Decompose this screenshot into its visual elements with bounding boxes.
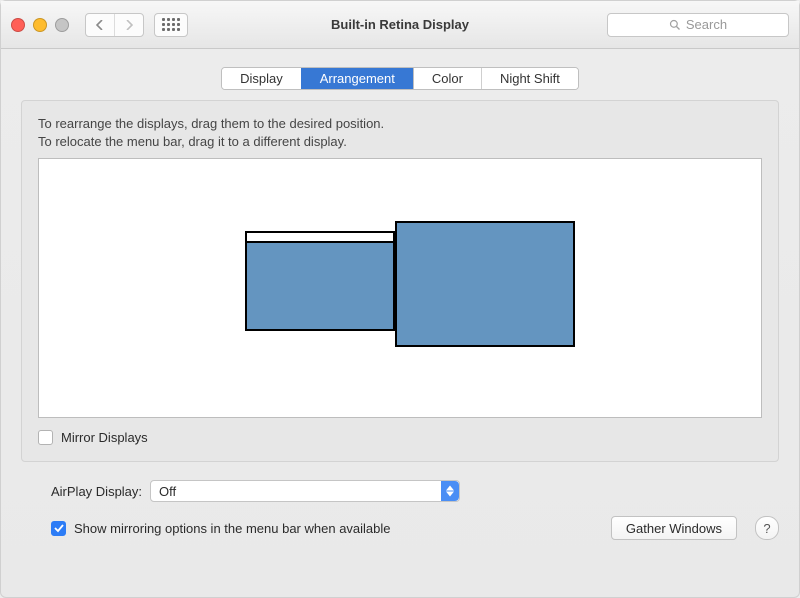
- display-primary[interactable]: [245, 231, 395, 331]
- minimize-window-icon[interactable]: [33, 18, 47, 32]
- checkmark-icon: [54, 523, 64, 533]
- instructions-line: To rearrange the displays, drag them to …: [38, 115, 762, 133]
- show-mirroring-label: Show mirroring options in the menu bar w…: [74, 521, 391, 536]
- arrangement-panel: To rearrange the displays, drag them to …: [21, 100, 779, 462]
- dropdown-stepper-icon: [441, 481, 459, 501]
- display-secondary[interactable]: [395, 221, 575, 347]
- menubar-handle[interactable]: [247, 233, 393, 243]
- back-button[interactable]: [86, 14, 114, 36]
- mirror-displays-checkbox[interactable]: [38, 430, 53, 445]
- search-input[interactable]: Search: [607, 13, 789, 37]
- airplay-select[interactable]: Off: [150, 480, 460, 502]
- search-icon: [669, 19, 681, 31]
- airplay-value: Off: [159, 484, 176, 499]
- nav-buttons: [85, 13, 144, 37]
- titlebar: Built-in Retina Display Search: [1, 1, 799, 49]
- mirror-displays-label: Mirror Displays: [61, 430, 148, 445]
- tab-night-shift[interactable]: Night Shift: [481, 68, 578, 89]
- traffic-lights: [11, 18, 69, 32]
- help-button[interactable]: ?: [755, 516, 779, 540]
- preferences-window: Built-in Retina Display Search Display A…: [0, 0, 800, 598]
- search-placeholder: Search: [686, 17, 727, 32]
- gather-windows-button[interactable]: Gather Windows: [611, 516, 737, 540]
- display-arrangement-area[interactable]: [38, 158, 762, 418]
- instructions-line: To relocate the menu bar, drag it to a d…: [38, 133, 762, 151]
- airplay-label: AirPlay Display:: [51, 484, 142, 499]
- close-window-icon[interactable]: [11, 18, 25, 32]
- tab-display[interactable]: Display: [222, 68, 301, 89]
- show-all-button[interactable]: [154, 13, 188, 37]
- forward-button[interactable]: [114, 14, 143, 36]
- zoom-window-icon: [55, 18, 69, 32]
- tab-color[interactable]: Color: [413, 68, 481, 89]
- tab-bar: Display Arrangement Color Night Shift: [221, 67, 579, 90]
- show-mirroring-checkbox[interactable]: [51, 521, 66, 536]
- grid-icon: [162, 18, 180, 31]
- instructions-text: To rearrange the displays, drag them to …: [38, 115, 762, 150]
- tab-arrangement[interactable]: Arrangement: [301, 68, 413, 89]
